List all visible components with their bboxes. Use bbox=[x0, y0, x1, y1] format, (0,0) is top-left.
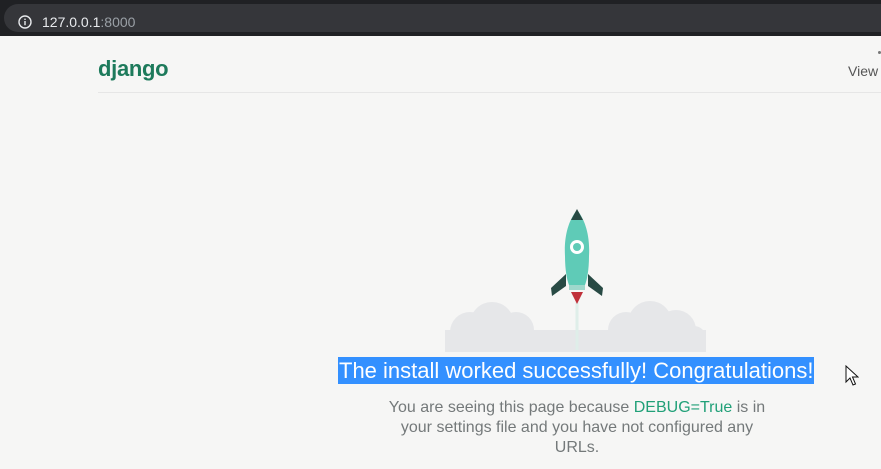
url-text[interactable]: 127.0.0.1:8000 bbox=[42, 14, 135, 30]
description: You are seeing this page because DEBUG=T… bbox=[385, 398, 769, 458]
browser-address-bar: 127.0.0.1:8000 bbox=[0, 0, 881, 36]
info-icon[interactable] bbox=[18, 15, 32, 29]
url-host: 127.0.0.1 bbox=[42, 14, 101, 30]
url-port: :8000 bbox=[100, 14, 136, 30]
view-release-notes-link[interactable]: View bbox=[848, 63, 878, 79]
debug-setting-code: DEBUG=True bbox=[633, 399, 733, 416]
rocket-icon bbox=[551, 209, 603, 350]
desc-text-before: You are seeing this page because bbox=[388, 399, 634, 416]
page-header: django View bbox=[98, 37, 881, 93]
title-selection-highlight: The install worked successfully! Congrat… bbox=[338, 357, 815, 384]
url-field[interactable]: 127.0.0.1:8000 bbox=[4, 4, 881, 32]
django-logo[interactable]: django bbox=[98, 56, 169, 82]
mouse-cursor-icon bbox=[845, 365, 859, 386]
rocket-graphic bbox=[445, 209, 706, 352]
page-title: The install worked successfully! Congrat… bbox=[339, 358, 814, 383]
